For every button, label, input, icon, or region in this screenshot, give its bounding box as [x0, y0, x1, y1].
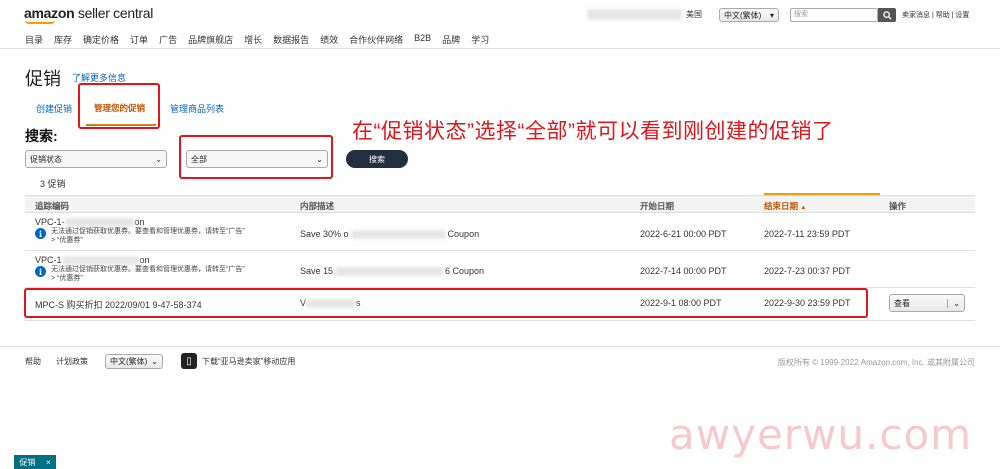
language-select[interactable]: 中文(繁体) ▾ — [719, 8, 779, 22]
watermark-text: awyerwu.com — [669, 410, 973, 459]
search-field-select[interactable]: 促销状态 ⌄ — [25, 150, 167, 168]
nav-item[interactable]: 绩效 — [320, 33, 338, 46]
view-action-button[interactable]: 查看 ⌄ — [889, 294, 965, 312]
amazon-logo[interactable]: amazon seller central — [24, 5, 153, 21]
nav-item[interactable]: 订单 — [130, 33, 148, 46]
page-title: 促销 — [25, 69, 61, 89]
nav-item[interactable]: 品牌旗舰店 — [188, 33, 233, 46]
highlight-box-status — [179, 135, 333, 179]
tab-manage-product-list[interactable]: 管理商品列表 — [170, 102, 224, 115]
col-start-date[interactable]: 开始日期 — [640, 200, 674, 212]
row-divider — [25, 320, 975, 321]
chevron-down-icon: ▾ — [769, 10, 774, 20]
info-icon: i — [35, 266, 46, 277]
footer-policy-link[interactable]: 计划政策 — [56, 356, 88, 367]
sorted-column-indicator — [764, 193, 880, 195]
main-nav: 目录 库存 确定价格 订单 广告 品牌旗舰店 增长 数据报告 绩效 合作伙伴网络 B2B 品牌 学习 — [25, 33, 500, 46]
amazon-smile-icon — [25, 20, 55, 24]
search-button[interactable]: 搜索 — [346, 150, 408, 168]
tab-create-promotion[interactable]: 创建促销 — [36, 102, 72, 115]
top-search-input[interactable]: 搜索 — [790, 8, 878, 22]
close-icon[interactable]: × — [46, 458, 51, 467]
footer-language-select[interactable]: 中文(繁体) ⌄ — [105, 354, 163, 369]
col-actions: 操作 — [889, 201, 907, 211]
highlight-box-tab — [78, 83, 160, 129]
annotation-text: 在“促销状态”选择“全部”就可以看到刚创建的促销了 — [352, 120, 834, 143]
nav-item[interactable]: 目录 — [25, 33, 43, 46]
col-end-date[interactable]: 结束日期 ▲ — [764, 200, 806, 212]
highlight-box-new-row — [24, 288, 868, 318]
mobile-app-icon[interactable]: ▯ — [181, 353, 197, 369]
search-heading: 搜索: — [25, 128, 58, 144]
marketplace-label[interactable]: 美国 — [686, 9, 702, 20]
footer-help-link[interactable]: 帮助 — [25, 356, 41, 367]
bottom-promo-tag[interactable]: 促销 × — [14, 455, 56, 469]
chevron-down-icon: ⌄ — [151, 357, 158, 366]
info-icon: i — [35, 228, 46, 239]
footer-divider — [0, 346, 1000, 347]
copyright-text: 版权所有 © 1999-2022 Amazon.com, Inc. 或其附属公司 — [777, 358, 975, 367]
nav-item[interactable]: 品牌 — [442, 33, 460, 46]
nav-item[interactable]: B2B — [414, 33, 431, 46]
top-search-button[interactable] — [878, 8, 896, 22]
nav-item[interactable]: 增长 — [244, 33, 262, 46]
nav-item[interactable]: 广告 — [159, 33, 177, 46]
chevron-down-icon: ⌄ — [155, 154, 162, 164]
search-icon — [882, 10, 892, 20]
nav-divider — [0, 48, 1000, 49]
nav-item[interactable]: 合作伙伴网络 — [349, 33, 403, 46]
nav-item[interactable]: 学习 — [471, 33, 489, 46]
top-links[interactable]: 卖家消息 | 帮助 | 设置 — [902, 10, 969, 20]
col-internal-description: 内部描述 — [300, 201, 335, 211]
col-tracking-code[interactable]: 追踪编码 — [35, 200, 69, 212]
sort-asc-icon: ▲ — [800, 205, 807, 211]
table-header — [25, 195, 975, 213]
nav-item[interactable]: 数据报告 — [273, 33, 309, 46]
blurred-account-name — [587, 9, 682, 20]
nav-item[interactable]: 库存 — [54, 33, 72, 46]
result-count: 3 促销 — [40, 179, 66, 189]
app-download-link[interactable]: 下载“亚马逊卖家”移动应用 — [202, 356, 295, 367]
chevron-down-icon[interactable]: ⌄ — [947, 298, 960, 308]
row-divider — [25, 250, 975, 251]
nav-item[interactable]: 确定价格 — [83, 33, 119, 46]
